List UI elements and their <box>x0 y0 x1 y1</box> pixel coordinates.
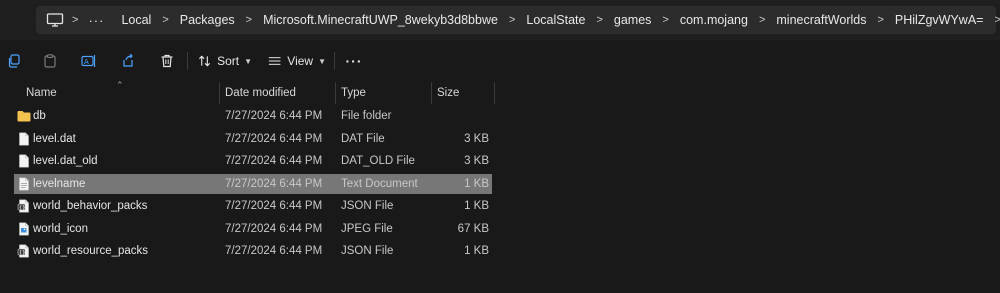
file-date-modified: 7/27/2024 6:44 PM <box>225 245 323 257</box>
share-icon <box>123 54 133 67</box>
file-type: JPEG File <box>341 222 393 235</box>
file-date-modified: 7/27/2024 6:44 PM <box>225 110 323 122</box>
column-header-size[interactable]: Size <box>437 82 459 104</box>
breadcrumb-separator[interactable]: > <box>992 14 1000 26</box>
breadcrumb-item[interactable]: PHilZgvWYwA= <box>886 13 993 27</box>
svg-text:A: A <box>84 58 89 66</box>
breadcrumb-item[interactable]: minecraftWorlds <box>767 13 875 27</box>
more-breadcrumbs-icon[interactable]: ··· <box>80 13 112 28</box>
file-type: DAT File <box>341 132 385 145</box>
file-size: 67 KB <box>457 222 489 235</box>
address-bar[interactable]: > ··· Local > Packages > Microsoft.Minecraft… <box>36 6 1000 34</box>
command-bar: A Sort ▼ View ▼ ··· <box>0 40 1000 82</box>
paste-button[interactable] <box>40 50 60 72</box>
file-icon <box>19 132 29 145</box>
file-name: level.dat_old <box>33 155 98 167</box>
paste-icon <box>44 54 56 68</box>
folder-icon <box>17 111 31 122</box>
file-size: 3 KB <box>464 155 489 167</box>
see-more-button[interactable]: ··· <box>342 50 366 72</box>
file-size: 1 KB <box>464 177 489 190</box>
column-header-date[interactable]: Date modified <box>225 82 296 104</box>
toolbar-divider <box>334 52 335 70</box>
sort-button[interactable]: Sort ▼ <box>198 50 252 72</box>
breadcrumb-separator[interactable]: > <box>160 14 170 26</box>
file-type: File folder <box>341 110 392 122</box>
breadcrumb-item[interactable]: com.mojang <box>671 13 757 27</box>
sort-icon <box>199 55 211 67</box>
view-icon <box>268 57 281 65</box>
file-name: level.dat <box>33 132 76 145</box>
file-row[interactable]: {} world_resource_packs 7/27/2024 6:44 PM J… <box>14 241 492 261</box>
breadcrumb-item[interactable]: games <box>605 13 661 27</box>
rename-button[interactable]: A <box>78 50 100 72</box>
json-file-icon: {} <box>17 244 29 258</box>
file-row[interactable]: level.dat_old 7/27/2024 6:44 PM DAT_OLD Fi… <box>14 151 492 171</box>
file-name: db <box>33 110 46 122</box>
file-date-modified: 7/27/2024 6:44 PM <box>225 177 323 190</box>
file-type: JSON File <box>341 245 394 257</box>
file-name: world_resource_packs <box>33 245 149 257</box>
this-pc-icon[interactable] <box>46 13 64 27</box>
rename-icon: A <box>81 55 96 67</box>
share-button[interactable] <box>118 50 138 72</box>
file-size: 3 KB <box>464 132 489 145</box>
file-row[interactable]: {} world_behavior_packs 7/27/2024 6:44 PM J… <box>14 196 492 216</box>
file-row[interactable]: db 7/27/2024 6:44 PM File folder <box>14 106 492 126</box>
breadcrumb-separator[interactable]: > <box>507 14 517 26</box>
file-icon <box>19 154 29 168</box>
file-date-modified: 7/27/2024 6:44 PM <box>225 155 323 167</box>
breadcrumb-item[interactable]: Packages <box>171 13 244 27</box>
toolbar-divider <box>187 52 188 70</box>
file-type: DAT_OLD File <box>341 155 415 167</box>
trash-icon <box>161 54 173 68</box>
file-name: world_behavior_packs <box>33 200 148 212</box>
file-row[interactable]: level.dat 7/27/2024 6:44 PM DAT File 3 KB <box>14 129 492 149</box>
column-header-row: ⌃ Name Date modified Type Size <box>0 80 1000 104</box>
chevron-down-icon: ▼ <box>244 56 252 66</box>
column-divider[interactable] <box>431 82 432 104</box>
column-header-name[interactable]: Name <box>26 82 57 104</box>
breadcrumb: > ··· Local > Packages > Microsoft.Minecraft… <box>42 6 1000 34</box>
file-name: world_icon <box>33 222 88 235</box>
json-file-icon: {} <box>17 199 29 213</box>
chevron-down-icon: ▼ <box>318 56 326 66</box>
file-size: 1 KB <box>464 245 489 257</box>
file-row[interactable]: levelname 7/27/2024 6:44 PM Text Document 1… <box>14 173 492 194</box>
breadcrumb-item[interactable]: LocalState <box>517 13 594 27</box>
breadcrumb-item[interactable]: Local <box>112 13 160 27</box>
view-button[interactable]: View ▼ <box>268 50 326 72</box>
breadcrumb-separator[interactable]: > <box>875 14 885 26</box>
delete-button[interactable] <box>156 50 178 72</box>
file-size: 1 KB <box>464 200 489 212</box>
file-date-modified: 7/27/2024 6:44 PM <box>225 222 323 235</box>
column-divider[interactable] <box>335 82 336 104</box>
breadcrumb-separator[interactable]: > <box>594 14 604 26</box>
file-row[interactable]: world_icon 7/27/2024 6:44 PM JPEG File 67 K… <box>14 219 492 239</box>
address-strip: > ··· Local > Packages > Microsoft.Minecraft… <box>0 0 1000 40</box>
file-date-modified: 7/27/2024 6:44 PM <box>225 200 323 212</box>
text-file-icon <box>19 177 29 190</box>
file-type: Text Document <box>341 177 418 190</box>
sort-ascending-icon: ⌃ <box>116 80 124 90</box>
column-divider[interactable] <box>219 82 220 104</box>
breadcrumb-separator[interactable]: > <box>660 14 670 26</box>
column-header-type[interactable]: Type <box>341 82 366 104</box>
svg-text:{}: {} <box>19 250 25 256</box>
file-type: JSON File <box>341 200 394 212</box>
copy-button[interactable] <box>4 50 24 72</box>
copy-icon <box>8 54 20 68</box>
breadcrumb-item[interactable]: Microsoft.MinecraftUWP_8wekyb3d8bbwe <box>254 13 507 27</box>
svg-text:{}: {} <box>19 205 25 211</box>
breadcrumb-separator[interactable]: > <box>757 14 767 26</box>
view-label: View <box>287 54 314 68</box>
column-divider[interactable] <box>494 82 495 104</box>
sort-label: Sort <box>217 54 240 68</box>
breadcrumb-separator[interactable]: > <box>244 14 254 26</box>
image-file-icon <box>19 222 29 235</box>
file-date-modified: 7/27/2024 6:44 PM <box>225 132 323 145</box>
file-name: levelname <box>33 177 86 190</box>
breadcrumb-separator[interactable]: > <box>70 14 80 26</box>
